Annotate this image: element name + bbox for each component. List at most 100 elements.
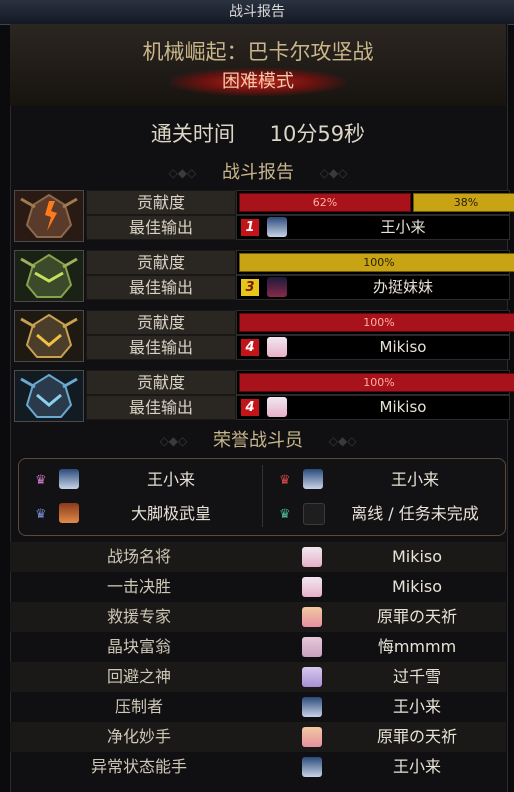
section-honor-members: 荣誉战斗员 [10, 426, 506, 452]
award-title: 异常状态能手 [90, 757, 187, 776]
best-dps-label: 最佳输出 [86, 215, 236, 240]
best-dps-player: 办挺妹妹 [372, 278, 433, 296]
crown-icon: ♛ [279, 507, 291, 522]
contribution-bar-segment: 62% [239, 193, 411, 212]
difficulty-mode: 困难模式 [170, 68, 346, 96]
contribution-bar-segment: 100% [239, 373, 514, 392]
red-dragon-boss-icon [14, 190, 84, 242]
section-battle-report-title: 战斗报告 [222, 162, 294, 183]
boss-row-3: 贡献度 最佳输出 100% 4 Mikiso [14, 310, 514, 364]
contribution-label: 贡献度 [86, 190, 236, 215]
contribution-bar-track: 100% [236, 310, 514, 335]
award-title: 一击决胜 [106, 577, 171, 596]
award-player: 过千雪 [392, 667, 441, 686]
section-honor-members-title: 荣誉战斗员 [213, 430, 303, 451]
best-dps-value: 4 Mikiso [236, 335, 510, 360]
honor-member-name: 王小来 [146, 470, 195, 489]
player-avatar [302, 667, 322, 687]
player-avatar [302, 727, 322, 747]
offline-avatar [303, 503, 325, 525]
player-avatar [303, 469, 323, 489]
rank-badge: 3 [241, 279, 259, 296]
award-row: 救援专家 原罪の天祈 [10, 602, 506, 632]
player-avatar [302, 547, 322, 567]
contribution-label: 贡献度 [86, 310, 236, 335]
dungeon-name: 机械崛起：巴卡尔攻坚战 [142, 40, 374, 64]
honor-member: ♛ 大脚极武皇 [25, 499, 255, 529]
best-dps-label: 最佳输出 [86, 275, 236, 300]
player-avatar [59, 503, 79, 523]
gold-dragon-boss-icon [14, 310, 84, 362]
crown-icon: ♛ [279, 473, 291, 488]
award-player: 原罪の天祈 [376, 607, 457, 626]
rank-badge: 4 [241, 399, 259, 416]
player-avatar [302, 577, 322, 597]
award-row: 一击决胜 Mikiso [10, 572, 506, 602]
contribution-bar-track: 62% 38% [236, 190, 514, 215]
award-row: 晶块富翁 悔mmmm [10, 632, 506, 662]
clear-time-value: 10分59秒 [269, 122, 366, 146]
clear-time-label: 通关时间 [150, 122, 235, 146]
boss-row-4: 贡献度 最佳输出 100% 4 Mikiso [14, 370, 514, 424]
award-player: 王小来 [392, 757, 441, 776]
best-dps-player: 王小来 [380, 218, 426, 236]
award-player: 王小来 [392, 697, 441, 716]
player-avatar [267, 277, 287, 297]
award-title: 净化妙手 [106, 727, 171, 746]
award-title: 晶块富翁 [106, 637, 171, 656]
best-dps-value: 4 Mikiso [236, 395, 510, 420]
player-avatar [302, 637, 322, 657]
award-player: 原罪の天祈 [376, 727, 457, 746]
honor-member-name: 王小来 [390, 470, 439, 489]
award-player: Mikiso [391, 547, 443, 566]
award-row: 压制者 王小来 [10, 692, 506, 722]
rank-badge: 4 [241, 339, 259, 356]
award-title: 救援专家 [106, 607, 171, 626]
contribution-bar-segment: 38% [413, 193, 514, 212]
award-title: 压制者 [114, 697, 163, 716]
best-dps-value: 3 办挺妹妹 [236, 275, 510, 300]
player-avatar [302, 697, 322, 717]
contribution-label: 贡献度 [86, 370, 236, 395]
boss-row-2: 贡献度 最佳输出 100% 3 办挺妹妹 [14, 250, 514, 304]
best-dps-player: Mikiso [379, 398, 427, 416]
honor-member: ♛ 离线 / 任务未完成 [269, 499, 499, 529]
player-avatar [59, 469, 79, 489]
player-avatar [267, 397, 287, 417]
player-avatar [302, 757, 322, 777]
green-dragon-boss-icon [14, 250, 84, 302]
crown-icon: ♛ [35, 473, 47, 488]
best-dps-player: Mikiso [379, 338, 427, 356]
honor-members-box: ♛ 王小来 ♛ 王小来 ♛ 大脚极武皇 ♛ 离线 / 任务未完成 [18, 458, 506, 536]
award-row: 净化妙手 原罪の天祈 [10, 722, 506, 752]
window-title: 战斗报告 [229, 4, 285, 20]
honor-member: ♛ 王小来 [25, 465, 255, 495]
boss-row-1: 贡献度 最佳输出 62% 38% 1 王小来 [14, 190, 514, 244]
honor-member-name: 大脚极武皇 [130, 504, 211, 523]
player-avatar [267, 337, 287, 357]
best-dps-value: 1 王小来 [236, 215, 510, 240]
blue-dragon-boss-icon [14, 370, 84, 422]
best-dps-label: 最佳输出 [86, 335, 236, 360]
window-title-bar: 战斗报告 [0, 0, 514, 25]
award-player: Mikiso [391, 577, 443, 596]
award-row: 战场名将 Mikiso [10, 542, 506, 572]
clear-time: 通关时间 10分59秒 [10, 118, 506, 148]
award-title: 战场名将 [106, 547, 171, 566]
contribution-bar-track: 100% [236, 370, 514, 395]
honor-divider [262, 465, 263, 527]
contribution-label: 贡献度 [86, 250, 236, 275]
section-battle-report: 战斗报告 [10, 158, 506, 184]
contribution-bar-segment: 100% [239, 253, 514, 272]
best-dps-label: 最佳输出 [86, 395, 236, 420]
award-row: 异常状态能手 王小来 [10, 752, 506, 782]
award-title: 回避之神 [106, 667, 171, 686]
honor-member-name: 离线 / 任务未完成 [351, 504, 479, 523]
award-player: 悔mmmm [377, 637, 457, 656]
contribution-bar-segment: 100% [239, 313, 514, 332]
player-avatar [267, 217, 287, 237]
player-avatar [302, 607, 322, 627]
crown-icon: ♛ [35, 507, 47, 522]
award-row: 回避之神 过千雪 [10, 662, 506, 692]
contribution-bar-track: 100% [236, 250, 514, 275]
